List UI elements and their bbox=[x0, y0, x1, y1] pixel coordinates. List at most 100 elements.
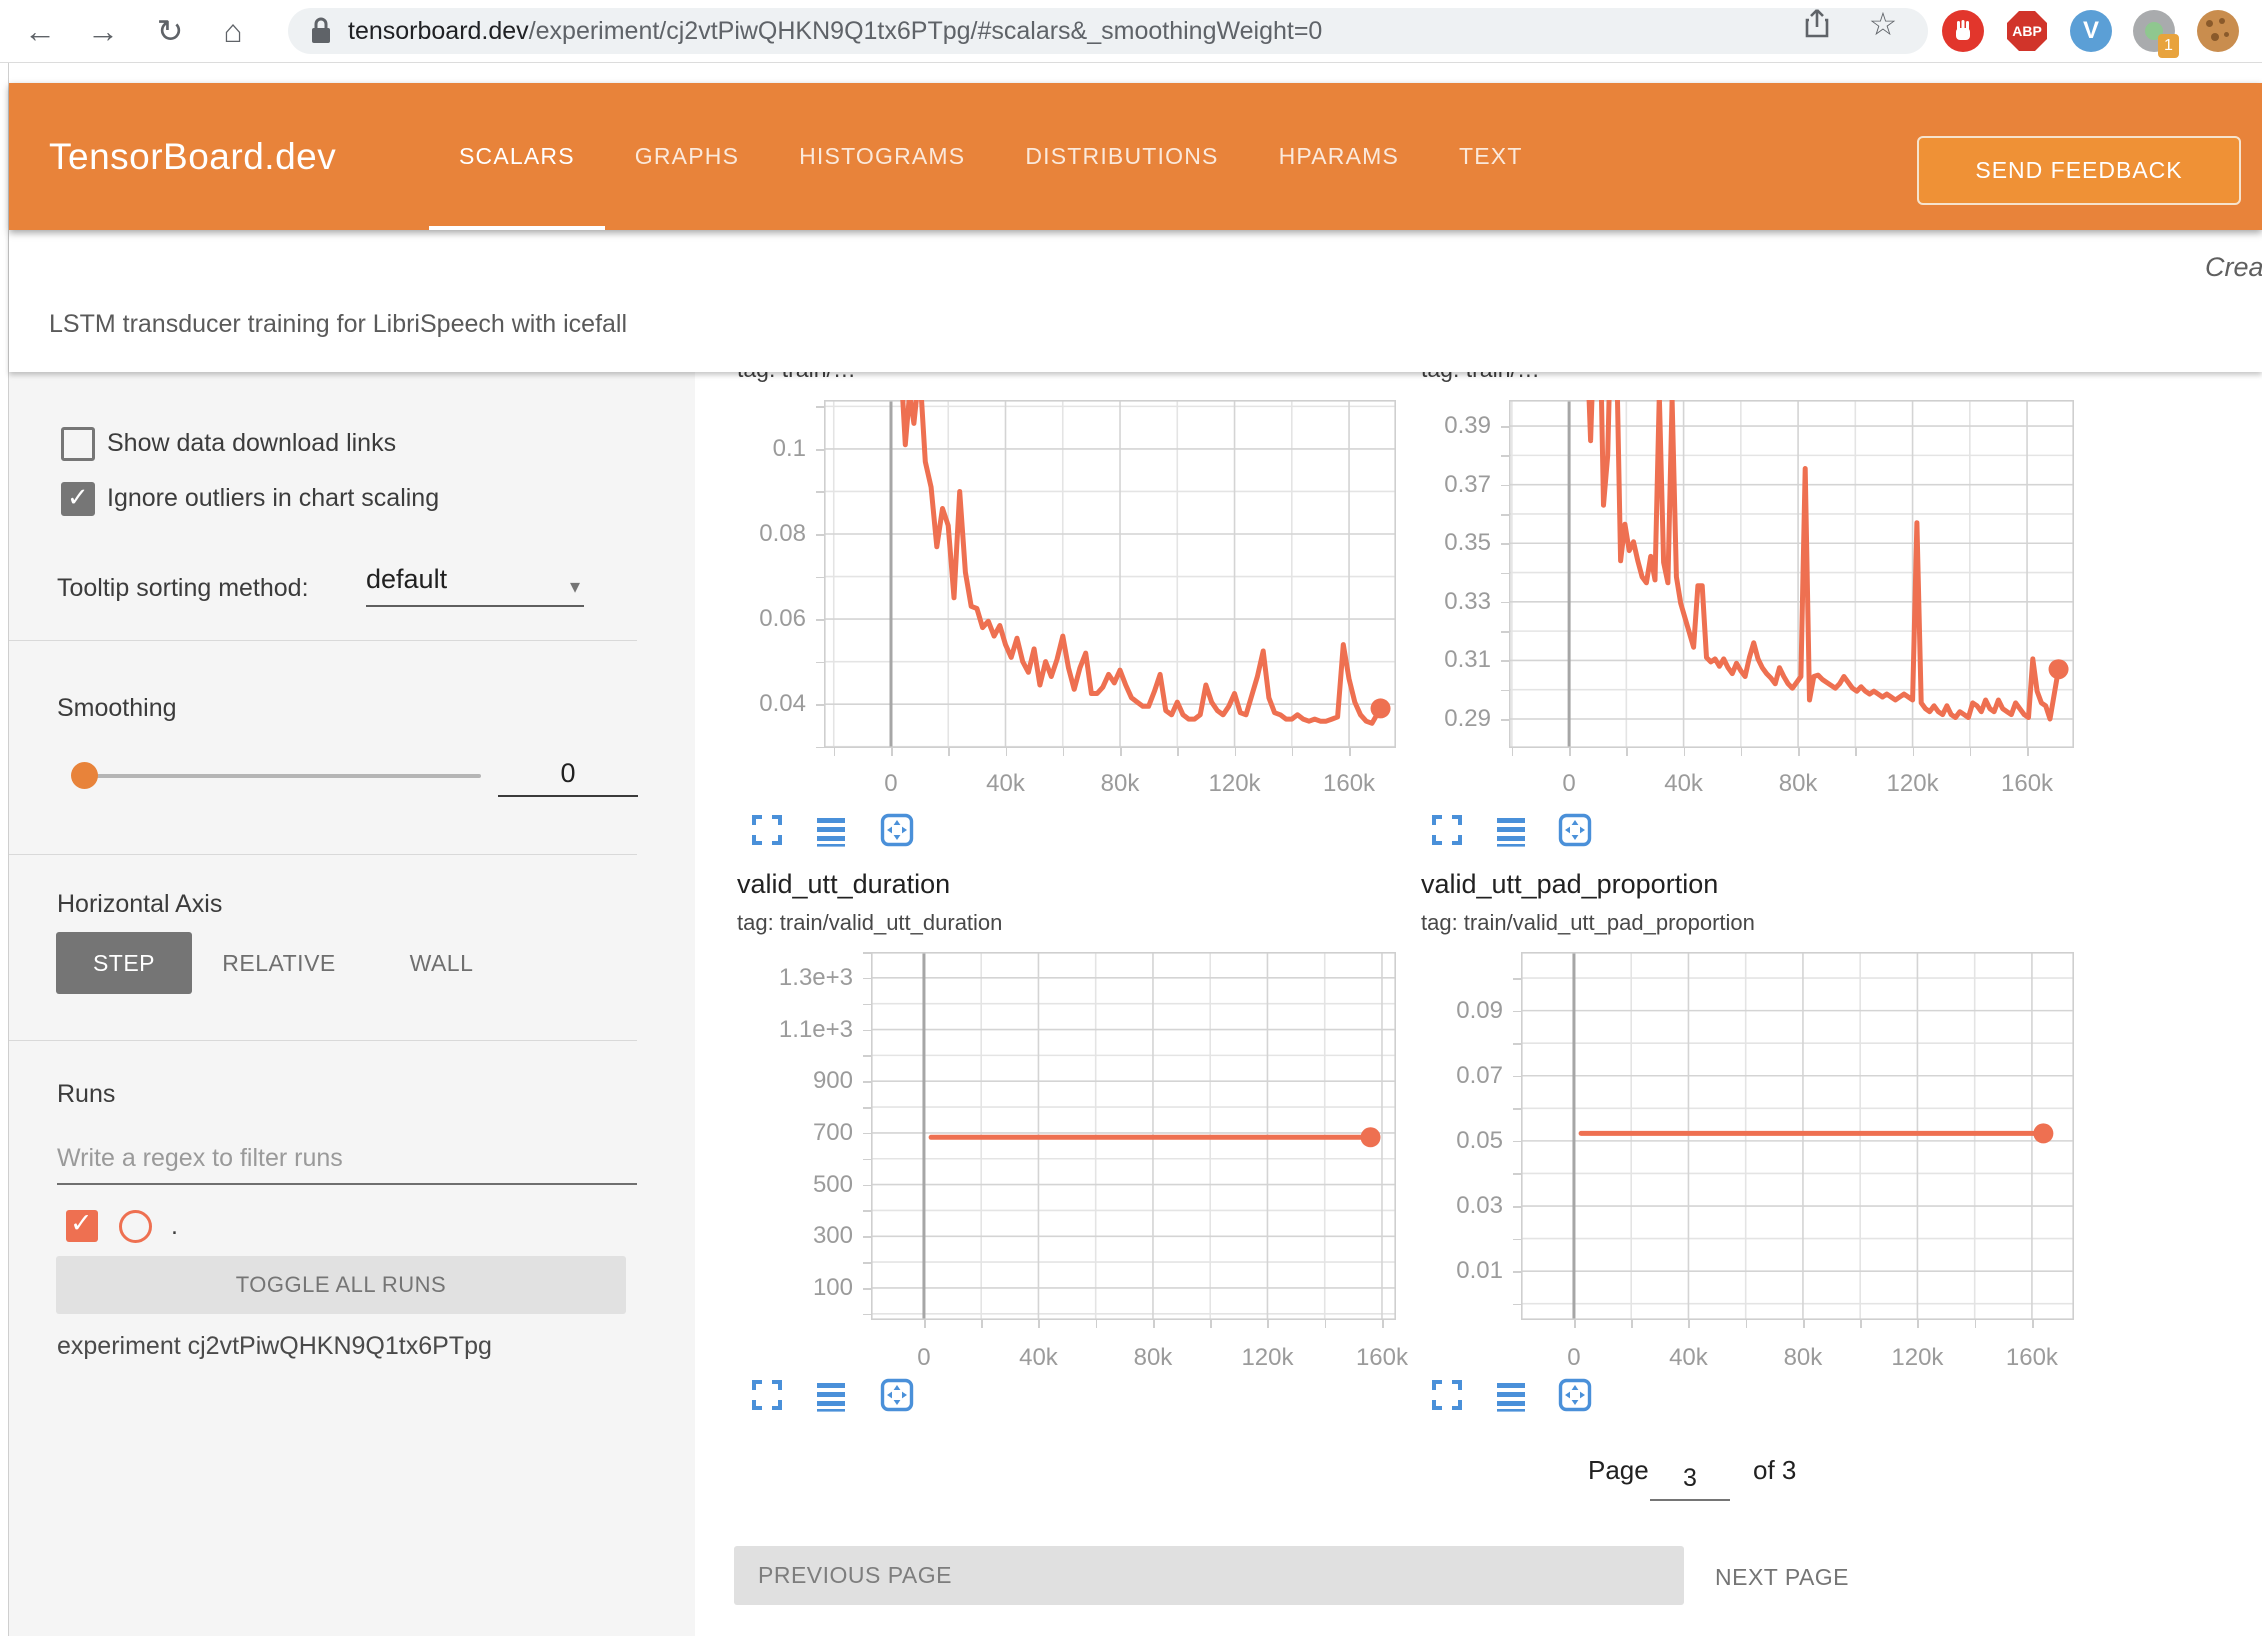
smoothing-value-input[interactable] bbox=[498, 758, 638, 797]
axis-tick bbox=[863, 1314, 871, 1316]
data-table-icon[interactable] bbox=[1493, 1377, 1529, 1413]
chart-plot[interactable] bbox=[871, 952, 1396, 1320]
cookie-extension-icon[interactable] bbox=[2196, 9, 2240, 53]
y-tick-label: 0.05 bbox=[1383, 1127, 1503, 1155]
tab-text[interactable]: TEXT bbox=[1429, 83, 1553, 230]
axis-relative-button[interactable]: RELATIVE bbox=[209, 932, 349, 994]
axis-tick bbox=[1292, 748, 1294, 756]
axis-tick bbox=[863, 1210, 871, 1212]
fullscreen-icon[interactable] bbox=[1429, 1377, 1465, 1413]
chart-plot[interactable] bbox=[824, 400, 1396, 748]
y-tick-label: 500 bbox=[733, 1171, 853, 1199]
tooltip-sorting-dropdown[interactable]: default ▾ bbox=[366, 564, 584, 607]
fullscreen-icon[interactable] bbox=[749, 812, 785, 848]
x-tick-label: 40k bbox=[1634, 770, 1734, 798]
x-tick-label: 0 bbox=[841, 770, 941, 798]
smoothing-slider-thumb[interactable] bbox=[71, 762, 98, 789]
axis-tick bbox=[863, 1262, 871, 1264]
divider bbox=[9, 854, 637, 855]
x-tick-label: 120k bbox=[1185, 770, 1285, 798]
fit-domain-icon[interactable] bbox=[1557, 812, 1593, 848]
axis-tick bbox=[1382, 1320, 1384, 1328]
axis-step-button[interactable]: STEP bbox=[56, 932, 192, 994]
axis-tick bbox=[863, 1133, 871, 1135]
axis-tick bbox=[1120, 748, 1122, 756]
axis-tick bbox=[1513, 1304, 1521, 1306]
x-tick-label: 0 bbox=[874, 1344, 974, 1372]
profile-extension-icon[interactable]: 1 bbox=[2132, 9, 2176, 53]
axis-tick bbox=[1501, 514, 1509, 516]
tab-distributions[interactable]: DISTRIBUTIONS bbox=[995, 83, 1248, 230]
ignore-outliers-checkbox[interactable] bbox=[61, 482, 95, 516]
tab-histograms[interactable]: HISTOGRAMS bbox=[769, 83, 995, 230]
tab-hparams[interactable]: HPARAMS bbox=[1249, 83, 1429, 230]
y-tick-label: 0.03 bbox=[1383, 1192, 1503, 1220]
axis-tick bbox=[816, 534, 824, 536]
chart-tag: tag: train/valid_utt_duration bbox=[737, 910, 1002, 936]
axis-tick bbox=[1513, 1076, 1521, 1078]
previous-page-button[interactable]: PREVIOUS PAGE bbox=[734, 1546, 1684, 1605]
clipped-tag-top-left: tag: train/… bbox=[737, 372, 1297, 384]
axis-tick bbox=[1798, 748, 1800, 756]
run-color-swatch[interactable] bbox=[119, 1210, 152, 1243]
y-tick-label: 0.08 bbox=[695, 520, 806, 548]
runs-filter-input[interactable] bbox=[57, 1144, 637, 1185]
chart-plot[interactable] bbox=[1509, 400, 2074, 748]
fit-domain-icon[interactable] bbox=[1557, 1377, 1593, 1413]
axis-tick bbox=[816, 577, 824, 579]
x-tick-label: 120k bbox=[1217, 1344, 1317, 1372]
fit-domain-icon[interactable] bbox=[879, 812, 915, 848]
address-bar[interactable]: tensorboard.dev/experiment/cj2vtPiwQHKN9… bbox=[288, 8, 1928, 54]
send-feedback-button[interactable]: SEND FEEDBACK bbox=[1917, 136, 2241, 205]
axis-tick bbox=[2027, 748, 2029, 756]
fullscreen-icon[interactable] bbox=[749, 1377, 785, 1413]
reload-icon[interactable]: ↻ bbox=[147, 8, 193, 54]
axis-wall-button[interactable]: WALL bbox=[394, 932, 489, 994]
v-extension-icon[interactable]: V bbox=[2069, 9, 2113, 53]
y-tick-label: 900 bbox=[733, 1067, 853, 1095]
tab-scalars[interactable]: SCALARS bbox=[429, 83, 605, 230]
axis-tick bbox=[816, 704, 824, 706]
data-table-icon[interactable] bbox=[1493, 812, 1529, 848]
axis-tick bbox=[816, 449, 824, 451]
url-text: tensorboard.dev/experiment/cj2vtPiwQHKN9… bbox=[348, 17, 1322, 46]
axis-tick bbox=[1975, 1320, 1977, 1328]
axis-tick bbox=[863, 1107, 871, 1109]
data-table-icon[interactable] bbox=[813, 812, 849, 848]
x-tick-label: 0 bbox=[1524, 1344, 1624, 1372]
toggle-all-runs-button[interactable]: TOGGLE ALL RUNS bbox=[56, 1256, 626, 1314]
bookmark-star-icon[interactable]: ☆ bbox=[1866, 7, 1900, 41]
y-tick-label: 1.1e+3 bbox=[733, 1016, 853, 1044]
axis-tick bbox=[863, 1159, 871, 1161]
y-tick-label: 0.09 bbox=[1383, 997, 1503, 1025]
y-tick-label: 0.06 bbox=[695, 605, 806, 633]
y-tick-label: 0.35 bbox=[1371, 529, 1491, 557]
axis-tick bbox=[1746, 1320, 1748, 1328]
smoothing-slider-track[interactable] bbox=[81, 774, 481, 778]
axis-tick bbox=[981, 1320, 983, 1328]
next-page-button[interactable]: NEXT PAGE bbox=[1715, 1564, 1849, 1591]
run-checkbox[interactable] bbox=[66, 1210, 98, 1242]
fit-domain-icon[interactable] bbox=[879, 1377, 915, 1413]
share-icon[interactable] bbox=[1800, 7, 1834, 41]
axis-tick bbox=[1210, 1320, 1212, 1328]
tab-graphs[interactable]: GRAPHS bbox=[605, 83, 769, 230]
chart-plot[interactable] bbox=[1521, 952, 2074, 1320]
y-tick-label: 0.33 bbox=[1371, 588, 1491, 616]
fullscreen-icon[interactable] bbox=[1429, 812, 1465, 848]
home-icon[interactable]: ⌂ bbox=[210, 8, 256, 54]
axis-tick bbox=[816, 406, 824, 408]
abp-extension-icon[interactable]: ABP bbox=[2005, 9, 2049, 53]
screenshot-root: ← → ↻ ⌂ tensorboard.dev/experiment/cj2vt… bbox=[0, 0, 2262, 1636]
axis-tick bbox=[1501, 455, 1509, 457]
series-end-dot bbox=[2033, 1123, 2053, 1143]
axis-tick bbox=[924, 1320, 926, 1328]
data-table-icon[interactable] bbox=[813, 1377, 849, 1413]
forward-icon[interactable]: → bbox=[80, 8, 126, 54]
show-download-links-checkbox[interactable] bbox=[61, 427, 95, 461]
page-number-input[interactable] bbox=[1650, 1464, 1730, 1501]
x-tick-label: 40k bbox=[1638, 1344, 1738, 1372]
axis-tick bbox=[816, 747, 824, 749]
back-icon[interactable]: ← bbox=[17, 8, 63, 54]
adblock-hand-extension-icon[interactable] bbox=[1941, 9, 1985, 53]
